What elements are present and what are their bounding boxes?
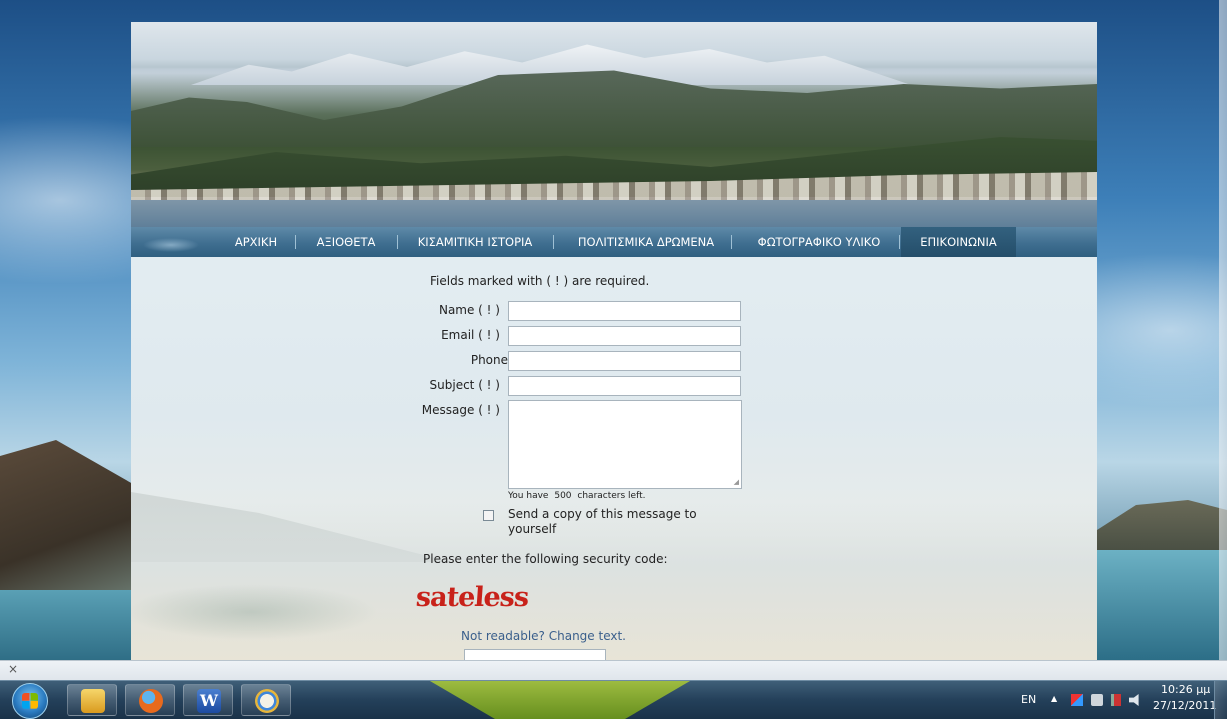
taskbar-wallpaper-glow (430, 681, 690, 719)
send-copy-checkbox[interactable] (483, 510, 494, 521)
nav-separator (899, 235, 900, 249)
characters-left-counter: You have 500 characters left. (508, 491, 646, 501)
wallpaper-cliff-left (0, 440, 140, 600)
nav-separator (397, 235, 398, 249)
nav-separator (553, 235, 554, 249)
main-navigation: ΑΡΧΙΚΗ ΑΞΙΟΘΕΤΑ ΚΙΣΑΜΙΤΙΚΗ ΙΣΤΟΡΙΑ ΠΟΛΙΤ… (131, 227, 1097, 257)
taskbar-explorer-button[interactable] (67, 684, 117, 716)
word-icon: W (197, 689, 221, 713)
chars-suffix: characters left. (577, 491, 646, 501)
taskbar-paint-button[interactable] (241, 684, 291, 716)
banner-water (131, 200, 1097, 227)
action-center-flag-icon[interactable] (1071, 694, 1083, 706)
network-icon[interactable] (1111, 694, 1121, 706)
change-captcha-link[interactable]: Not readable? Change text. (461, 629, 626, 643)
nav-item-history[interactable]: ΚΙΣΑΜΙΤΙΚΗ ΙΣΤΟΡΙΑ (405, 227, 545, 257)
phone-field[interactable] (508, 351, 741, 371)
required-note: Fields marked with ( ! ) are required. (430, 274, 650, 288)
wallpaper-cliff-right (1097, 500, 1227, 550)
volume-icon[interactable] (1129, 694, 1139, 706)
nav-separator (731, 235, 732, 249)
resize-grip-icon[interactable]: ◢ (734, 478, 739, 486)
subject-label: Subject ( ! ) (429, 378, 500, 392)
header-banner-image (131, 22, 1097, 227)
send-copy-label[interactable]: Send a copy of this message to yourself (508, 507, 708, 537)
system-tray: EN ▲ 10:26 μμ 27/12/2011 (1007, 681, 1227, 719)
wallpaper-sea-right (1097, 550, 1227, 660)
taskbar-firefox-button[interactable] (125, 684, 175, 716)
security-code-input[interactable] (464, 649, 606, 660)
nav-item-home[interactable]: ΑΡΧΙΚΗ (221, 227, 291, 257)
email-field[interactable] (508, 326, 741, 346)
name-field[interactable] (508, 301, 741, 321)
start-button[interactable] (12, 683, 48, 719)
browser-scrollbar[interactable] (1219, 0, 1227, 660)
name-label: Name ( ! ) (438, 303, 500, 317)
chars-prefix: You have (508, 491, 549, 501)
security-code-prompt: Please enter the following security code… (423, 552, 668, 566)
windows-logo-icon (22, 693, 38, 709)
nav-item-cultural-events[interactable]: ΠΟΛΙΤΙΣΜΙΚΑ ΔΡΩΜΕΝΑ (561, 227, 731, 257)
taskbar-word-button[interactable]: W (183, 684, 233, 716)
language-indicator[interactable]: EN (1021, 693, 1036, 706)
nav-separator (295, 235, 296, 249)
message-label: Message ( ! ) (421, 403, 500, 417)
show-desktop-button[interactable] (1214, 681, 1227, 719)
paint-palette-icon (255, 689, 279, 713)
clock-date[interactable]: 27/12/2011 (1153, 699, 1216, 712)
message-textarea[interactable]: ◢ (508, 400, 742, 489)
show-hidden-icons-icon[interactable]: ▲ (1051, 694, 1057, 703)
web-page: ΑΡΧΙΚΗ ΑΞΙΟΘΕΤΑ ΚΙΣΑΜΙΤΙΚΗ ΙΣΤΟΡΙΑ ΠΟΛΙΤ… (131, 22, 1097, 660)
browser-bottom-bar: × (0, 660, 1227, 681)
close-icon[interactable]: × (8, 662, 18, 676)
clock-time[interactable]: 10:26 μμ (1161, 683, 1210, 696)
chars-left-value: 500 (554, 491, 572, 501)
nav-item-contact[interactable]: ΕΠΙΚΟΙΝΩΝΙΑ (901, 227, 1016, 257)
email-label: Email ( ! ) (441, 328, 500, 342)
wallpaper-sea-left (0, 590, 140, 660)
phone-label: Phone (470, 353, 508, 367)
device-icon[interactable] (1091, 694, 1103, 706)
folder-icon (81, 689, 105, 713)
nav-item-photos[interactable]: ΦΩΤΟΓΡΑΦΙΚΟ ΥΛΙΚΟ (739, 227, 899, 257)
subject-field[interactable] (508, 376, 741, 396)
nav-item-sights[interactable]: ΑΞΙΟΘΕΤΑ (303, 227, 389, 257)
windows-taskbar: W EN ▲ 10:26 μμ 27/12/2011 (0, 680, 1227, 719)
captcha-image: sateless (414, 582, 530, 613)
nav-decoration (131, 227, 221, 257)
firefox-icon (139, 689, 163, 713)
